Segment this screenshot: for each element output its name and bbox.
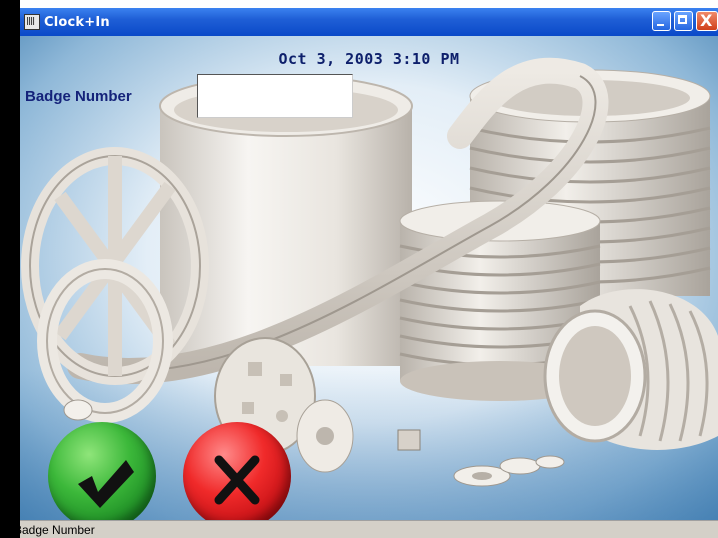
status-text: Badge Number (14, 523, 95, 537)
window-title: Clock+In (44, 14, 110, 30)
ok-button[interactable] (48, 422, 156, 520)
minimize-button[interactable] (652, 11, 671, 31)
current-datetime: Oct 3, 2003 3:10 PM (278, 50, 460, 68)
badge-number-input[interactable] (197, 74, 353, 118)
badge-number-label: Badge Number (25, 88, 132, 105)
clock-app-icon[interactable] (24, 14, 40, 30)
left-black-border (0, 0, 20, 538)
client-area: Oct 3, 2003 3:10 PM Badge Number (20, 36, 718, 520)
title-bar[interactable]: Clock+In X (20, 8, 718, 36)
maximize-button[interactable] (674, 11, 693, 31)
screen-frame: Clock+In X Oct 3, 2003 3:10 PM Badge Num… (0, 0, 718, 538)
status-bar: Badge Number (14, 520, 718, 538)
checkmark-icon (78, 460, 134, 508)
close-button[interactable]: X (696, 11, 718, 31)
cancel-button[interactable] (183, 422, 291, 520)
x-cross-icon (214, 455, 260, 505)
close-icon: X (700, 11, 713, 30)
top-margin (0, 0, 718, 8)
